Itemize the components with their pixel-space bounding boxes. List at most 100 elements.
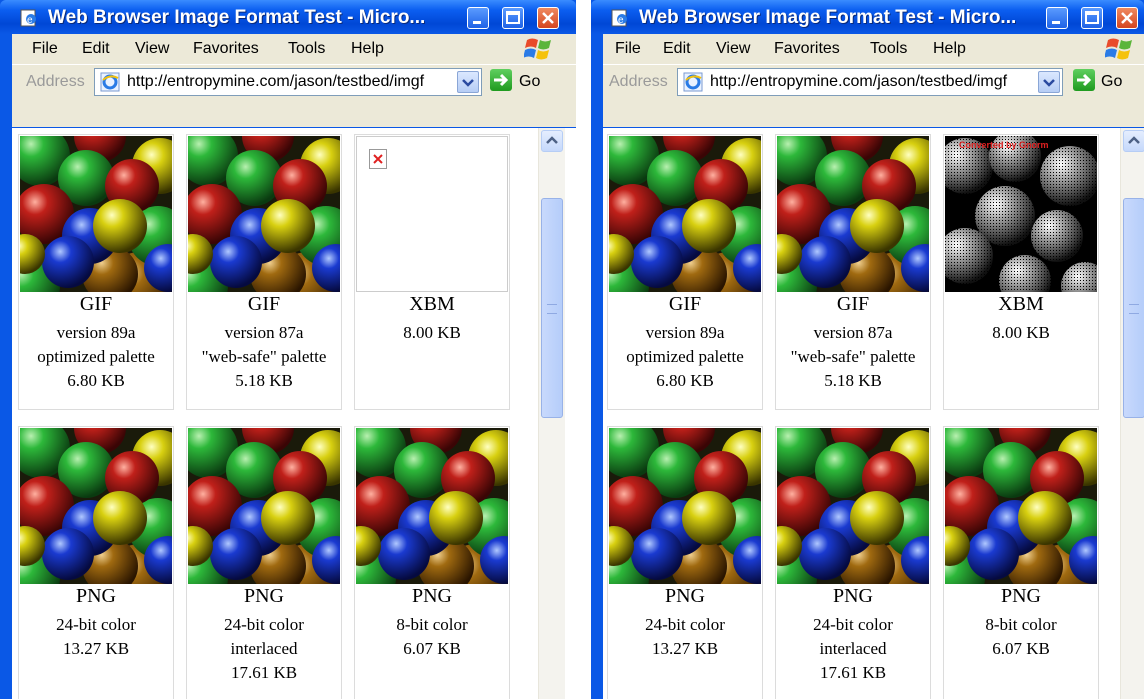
scroll-thumb[interactable] [1123,198,1144,418]
menu-edit[interactable]: Edit [663,40,691,58]
ie-icon [683,72,703,92]
candy-balls-image [777,428,929,584]
cell-line: 8-bit color [396,615,468,634]
candy-balls-image [945,428,1097,584]
menu-edit[interactable]: Edit [82,40,110,58]
cell-line: 6.80 KB [67,371,125,390]
address-dropdown-button[interactable] [1038,71,1060,93]
window-title: Web Browser Image Format Test - Micro... [48,7,426,28]
candy-balls-image [188,136,340,292]
cell-line: 13.27 KB [62,639,130,658]
menu-file[interactable]: File [32,40,58,58]
image-cell-png8: PNG 8-bit color 6.07 KB [354,426,510,699]
chevron-down-icon [1043,79,1055,87]
title-bar[interactable]: e Web Browser Image Format Test - Micro.… [591,0,1144,34]
menu-help[interactable]: Help [351,40,384,58]
broken-image-placeholder [356,136,508,292]
address-dropdown-button[interactable] [457,71,479,93]
minimize-icon [473,21,481,24]
maximize-icon [506,11,520,24]
candy-balls-monochrome-image: Converted by Gnorm [945,136,1097,292]
menu-file[interactable]: File [615,40,641,58]
cell-format: PNG [75,585,116,607]
svg-text:e: e [27,15,33,26]
window-title: Web Browser Image Format Test - Micro... [639,7,1017,28]
cell-format: PNG [243,585,284,607]
minimize-button[interactable] [467,7,489,29]
image-overlay-text: Converted by Gnorm [959,140,1049,150]
candy-balls-image [20,136,172,292]
go-arrow-icon[interactable] [1073,69,1095,91]
address-input[interactable]: http://entropymine.com/jason/testbed/img… [677,68,1063,96]
vertical-scrollbar[interactable] [538,128,565,699]
address-url: http://entropymine.com/jason/testbed/img… [127,73,425,90]
menu-favorites[interactable]: Favorites [193,40,259,58]
image-cell-gif89a: GIF version 89a optimized palette 6.80 K… [607,134,763,410]
cell-format: GIF [836,293,870,315]
maximize-button[interactable] [502,7,524,29]
cell-format: PNG [664,585,705,607]
vertical-scrollbar[interactable] [1120,128,1144,699]
ie-page-icon: e [611,9,627,27]
address-url: http://entropymine.com/jason/testbed/img… [710,73,1008,90]
image-cell-png24-interlaced: PNG 24-bit color interlaced 17.61 KB [775,426,931,699]
image-cell-gif87a: GIF version 87a "web-safe" palette 5.18 … [775,134,931,410]
cell-line: 13.27 KB [651,639,719,658]
cell-format: GIF [247,293,281,315]
cell-line: version 87a [813,323,893,342]
candy-balls-image [777,136,929,292]
grip-icon [1129,304,1139,314]
minimize-icon [1052,21,1060,24]
cell-format: GIF [668,293,702,315]
cell-format: GIF [79,293,113,315]
cell-line: 17.61 KB [230,663,298,682]
scroll-up-button[interactable] [1123,130,1144,152]
cell-line: 24-bit color [224,615,304,634]
cell-format: PNG [1000,585,1041,607]
menu-favorites[interactable]: Favorites [774,40,840,58]
close-button[interactable] [537,7,559,29]
go-button-label[interactable]: Go [519,73,540,91]
menu-view[interactable]: View [716,40,750,58]
cell-line: 24-bit color [813,615,893,634]
image-cell-xbm: Converted by Gnorm XBM 8.00 KB [943,134,1099,410]
address-input[interactable]: http://entropymine.com/jason/testbed/img… [94,68,482,96]
menu-help[interactable]: Help [933,40,966,58]
menu-tools[interactable]: Tools [288,40,325,58]
maximize-button[interactable] [1081,7,1103,29]
cell-line: version 89a [56,323,136,342]
cell-line: 8.00 KB [992,323,1050,342]
close-icon [1121,12,1133,24]
menu-bar: File Edit View Favorites Tools Help [603,34,1144,64]
image-cell-png24-interlaced: PNG 24-bit color interlaced 17.61 KB [186,426,342,699]
scroll-up-button[interactable] [541,130,563,152]
close-button[interactable] [1116,7,1138,29]
cell-format: XBM [409,293,455,315]
candy-balls-image [609,136,761,292]
maximize-icon [1085,11,1099,24]
arrow-right-icon [494,73,509,87]
address-label: Address [609,73,668,90]
cell-line: optimized palette [626,347,744,366]
address-bar: Address http://entropymine.com/jason/tes… [603,64,1144,127]
cell-line: 5.18 KB [235,371,293,390]
menu-tools[interactable]: Tools [870,40,907,58]
chevron-up-icon [1128,136,1140,144]
broken-image-icon [369,149,387,169]
cell-line: 8-bit color [985,615,1057,634]
title-bar[interactable]: e Web Browser Image Format Test - Micro.… [0,0,576,34]
image-cell-gif89a: GIF version 89a optimized palette 6.80 K… [18,134,174,410]
page-viewport: GIF version 89a optimized palette 6.80 K… [603,128,1144,699]
go-button-label[interactable]: Go [1101,73,1122,91]
cell-line: "web-safe" palette [790,347,916,366]
address-bar: Address http://entropymine.com/jason/tes… [12,64,576,127]
menu-view[interactable]: View [135,40,169,58]
windows-logo-icon [1105,38,1132,60]
go-arrow-icon[interactable] [490,69,512,91]
address-label: Address [26,73,85,90]
ie-icon [100,72,120,92]
image-cell-png24: PNG 24-bit color 13.27 KB [18,426,174,699]
scroll-thumb[interactable] [541,198,563,418]
cell-line: 24-bit color [645,615,725,634]
minimize-button[interactable] [1046,7,1068,29]
